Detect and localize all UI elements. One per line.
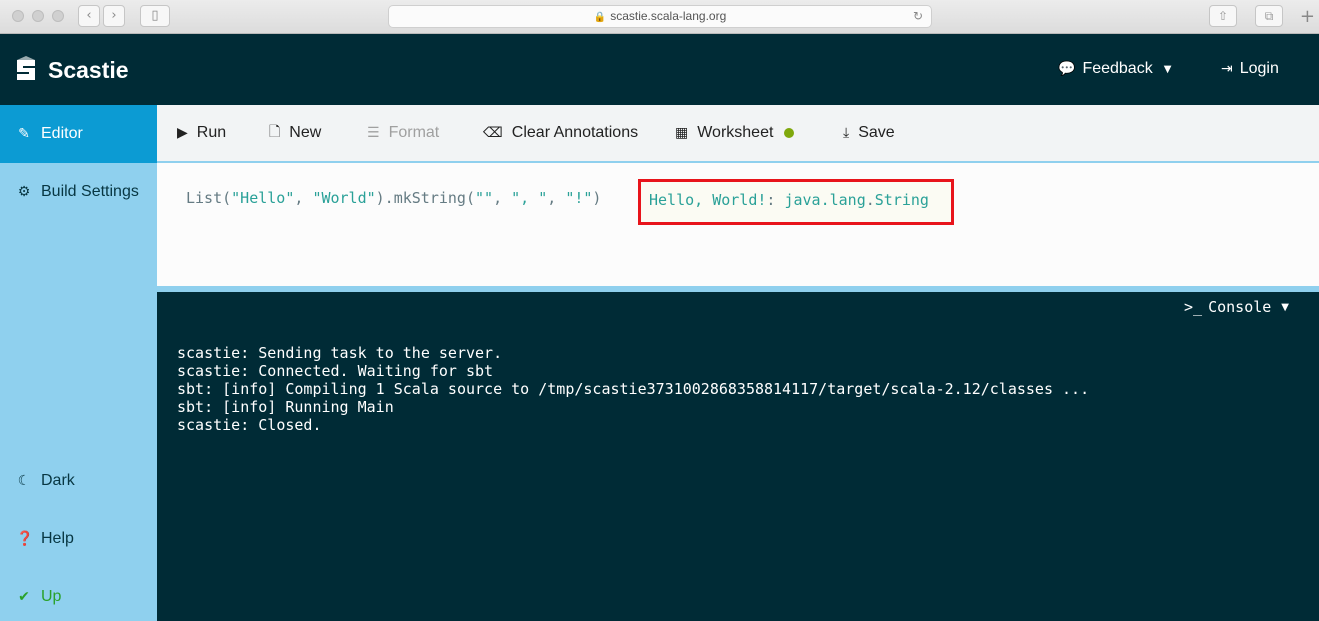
annotation-dot: . bbox=[865, 191, 875, 209]
login-label: Login bbox=[1239, 60, 1279, 77]
tabs-overview-icon[interactable]: ⧉ bbox=[1255, 5, 1283, 27]
code-token: , bbox=[493, 189, 512, 207]
console-line: sbt: [info] Running Main bbox=[177, 398, 394, 416]
worksheet-status-indicator bbox=[784, 128, 795, 138]
clear-annotations-button[interactable]: ⌫ Clear Annotations bbox=[483, 105, 638, 161]
share-icon[interactable]: ⇧ bbox=[1209, 5, 1237, 27]
sidebar-item-label: Build Settings bbox=[41, 183, 139, 200]
edit-icon: ✎ bbox=[18, 126, 30, 142]
feedback-dropdown[interactable]: 💬 Feedback ▼ bbox=[1058, 60, 1171, 78]
gear-icon: ⚙ bbox=[17, 184, 31, 200]
check-circle-icon: ✔ bbox=[18, 589, 30, 605]
play-icon: ▶ bbox=[177, 125, 188, 141]
worksheet-label: Worksheet bbox=[697, 124, 774, 141]
terminal-icon: >_ bbox=[1184, 298, 1203, 316]
run-button[interactable]: ▶ Run bbox=[177, 105, 226, 161]
console-label: Console bbox=[1208, 298, 1272, 316]
code-string: "" bbox=[475, 189, 494, 207]
moon-icon: ☾ bbox=[17, 473, 31, 489]
annotation-text: Hello, World!: java.lang.String bbox=[649, 191, 929, 209]
eraser-icon: ⌫ bbox=[483, 125, 503, 141]
caret-down-icon: ▼ bbox=[1163, 63, 1172, 75]
new-label: New bbox=[289, 124, 322, 141]
console-line: scastie: Sending task to the server. bbox=[177, 344, 503, 362]
sidebar: ✎ Editor ⚙ Build Settings ☾ Dark ❓ Help … bbox=[0, 105, 157, 621]
comments-icon: 💬 bbox=[1058, 61, 1076, 77]
code-token: , bbox=[294, 189, 313, 207]
code-string: "!" bbox=[565, 189, 593, 207]
window-zoom-button[interactable] bbox=[52, 10, 64, 22]
save-button[interactable]: ⤓ Save bbox=[843, 105, 895, 161]
app-logo[interactable]: Scastie bbox=[14, 56, 129, 84]
code-string: "Hello" bbox=[231, 189, 295, 207]
file-icon: 🗋 bbox=[269, 124, 281, 140]
annotation-type-package: java.lang bbox=[784, 191, 866, 209]
download-icon: ⤓ bbox=[843, 125, 850, 141]
back-button[interactable]: ‹ bbox=[78, 5, 100, 27]
annotation-type-name: String bbox=[874, 191, 929, 209]
console-line: sbt: [info] Compiling 1 Scala source to … bbox=[177, 380, 1090, 398]
sidebar-item-editor[interactable]: ✎ Editor bbox=[0, 105, 157, 163]
caret-down-icon: ▼ bbox=[1281, 301, 1289, 313]
console-output: scastie: Sending task to the server. sca… bbox=[177, 344, 1089, 434]
lock-icon: 🔒 bbox=[593, 12, 607, 23]
format-label: Format bbox=[388, 124, 440, 141]
code-editor[interactable]: List("Hello", "World").mkString("", ", "… bbox=[157, 163, 1319, 286]
forward-button[interactable]: › bbox=[103, 5, 125, 27]
console-panel: >_ Console ▼ scastie: Sending task to th… bbox=[157, 292, 1319, 621]
sidebar-item-build-settings[interactable]: ⚙ Build Settings bbox=[0, 163, 157, 221]
save-label: Save bbox=[858, 124, 895, 141]
browser-toolbar: ‹ › ▯ 🔒 scastie.scala-lang.org ↻ ⇧ ⧉ + bbox=[0, 0, 1319, 34]
question-circle-icon: ❓ bbox=[16, 531, 34, 547]
new-button[interactable]: 🗋 New bbox=[269, 105, 321, 161]
app-name: Scastie bbox=[48, 56, 129, 83]
app-header: Scastie 💬 Feedback ▼ ⇥ Login bbox=[0, 34, 1319, 105]
code-token: , bbox=[547, 189, 566, 207]
editor-toolbar: ▶ Run 🗋 New ☰ Format ⌫ Clear Annotations… bbox=[157, 105, 1319, 163]
console-line: scastie: Connected. Waiting for sbt bbox=[177, 362, 494, 380]
annotation-value: Hello, World! bbox=[649, 191, 767, 209]
format-button[interactable]: ☰ Format bbox=[367, 105, 439, 161]
code-token: List( bbox=[186, 189, 232, 207]
code-token: ).mkString( bbox=[375, 189, 475, 207]
sidebar-item-help[interactable]: ❓ Help bbox=[0, 510, 157, 568]
console-line: scastie: Closed. bbox=[177, 416, 322, 434]
code-token: ) bbox=[592, 189, 602, 207]
worksheet-toggle[interactable]: ▦ Worksheet bbox=[675, 105, 795, 161]
sidebar-item-dark[interactable]: ☾ Dark bbox=[0, 452, 157, 510]
annotation-separator: : bbox=[766, 191, 785, 209]
align-icon: ☰ bbox=[367, 125, 380, 141]
sidebar-item-label: Help bbox=[41, 530, 74, 547]
run-label: Run bbox=[196, 124, 227, 141]
sidebar-item-label: Dark bbox=[41, 472, 75, 489]
url-text: scastie.scala-lang.org bbox=[610, 9, 727, 23]
sidebar-toggle-icon[interactable]: ▯ bbox=[140, 5, 170, 27]
window-minimize-button[interactable] bbox=[32, 10, 44, 22]
reload-icon[interactable]: ↻ bbox=[913, 6, 923, 27]
code-string: ", " bbox=[511, 189, 548, 207]
new-tab-icon[interactable]: + bbox=[1300, 8, 1315, 26]
clear-annotations-label: Clear Annotations bbox=[511, 124, 639, 141]
inline-result-annotation: Hello, World!: java.lang.String bbox=[638, 179, 954, 225]
sign-in-icon: ⇥ bbox=[1221, 61, 1233, 77]
address-bar[interactable]: 🔒 scastie.scala-lang.org ↻ bbox=[388, 5, 932, 28]
calendar-icon: ▦ bbox=[675, 125, 689, 141]
feedback-label: Feedback bbox=[1082, 60, 1153, 77]
sidebar-item-label: Up bbox=[41, 588, 62, 605]
sidebar-item-up[interactable]: ✔ Up bbox=[0, 568, 157, 621]
console-toggle-button[interactable]: >_ Console ▼ bbox=[1184, 298, 1289, 316]
code-line: List("Hello", "World").mkString("", ", "… bbox=[186, 189, 601, 207]
login-button[interactable]: ⇥ Login bbox=[1221, 60, 1279, 78]
code-string: "World" bbox=[312, 189, 376, 207]
sidebar-item-label: Editor bbox=[41, 125, 83, 142]
window-close-button[interactable] bbox=[12, 10, 24, 22]
scastie-logo-icon bbox=[17, 56, 35, 80]
